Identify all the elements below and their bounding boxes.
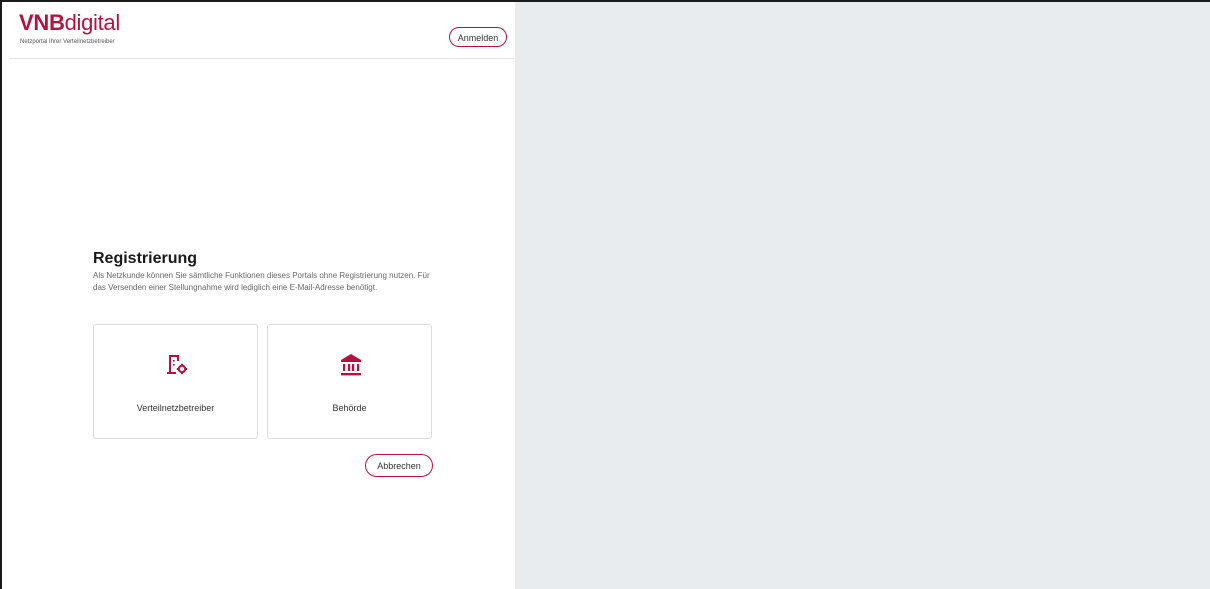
logo-light-text: digital [64,10,121,35]
government-building-icon [341,354,361,376]
card-label: Behörde [332,403,367,413]
building-gear-icon [167,355,188,375]
login-button[interactable]: Anmelden [449,27,507,47]
card-authority[interactable]: Behörde [267,324,432,439]
left-panel: VNBdigital Netzportal Ihrer Verteilnetzb… [9,2,515,589]
header: VNBdigital Netzportal Ihrer Verteilnetzb… [9,2,515,59]
tagline: Netzportal Ihrer Verteilnetzbetreiber [20,39,115,45]
card-label: Verteilnetzbetreiber [136,403,215,413]
cancel-button[interactable]: Abbrechen [365,454,433,477]
logo-bold-text: VNB [19,10,65,35]
right-panel [515,2,1210,589]
page-title: Registrierung [93,250,198,267]
logo[interactable]: VNBdigital [19,10,120,36]
card-distribution-operator[interactable]: Verteilnetzbetreiber [93,324,258,439]
page-description: Als Netzkunde können Sie sämtliche Funkt… [93,271,430,292]
app-window: VNBdigital Netzportal Ihrer Verteilnetzb… [0,0,1210,589]
